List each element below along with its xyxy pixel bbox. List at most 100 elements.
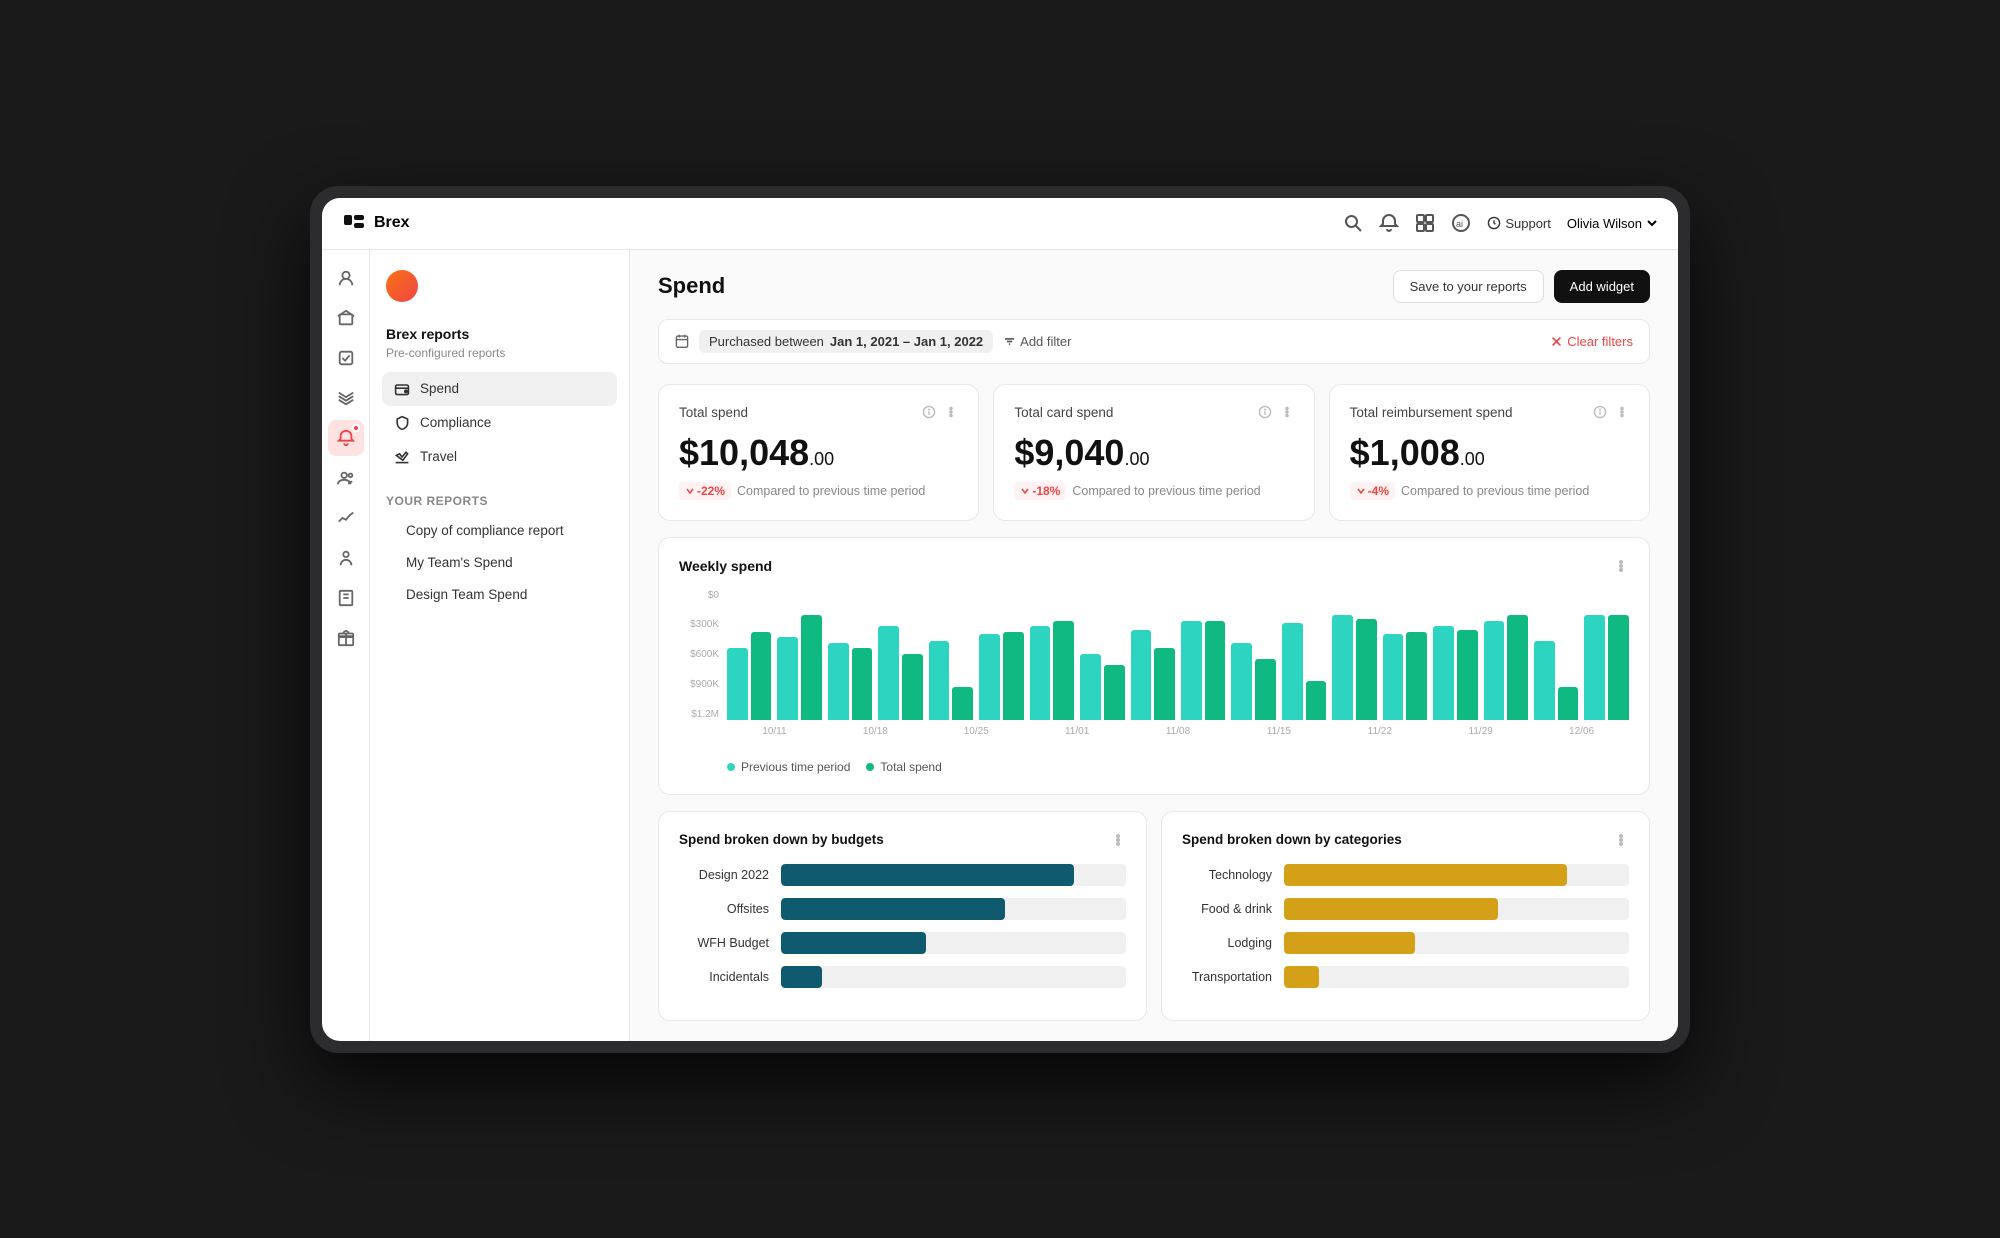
budget-label-0: Design 2022 <box>679 868 769 882</box>
rail-icon-book[interactable] <box>328 580 364 616</box>
bar-curr-1 <box>801 615 822 720</box>
budget-fill-3 <box>781 966 822 988</box>
category-label-1: Food & drink <box>1182 902 1272 916</box>
search-icon[interactable] <box>1343 213 1363 233</box>
more-icon-0[interactable] <box>944 405 958 419</box>
user-name: Olivia Wilson <box>1567 216 1642 231</box>
date-filter-chip[interactable]: Purchased between Jan 1, 2021 – Jan 1, 2… <box>699 330 993 353</box>
budget-track-3 <box>781 966 1126 988</box>
weekly-more-icon[interactable] <box>1613 558 1629 574</box>
card-amount-0: $10,048.00 <box>679 432 958 474</box>
budget-track-0 <box>781 864 1126 886</box>
bar-prev-2 <box>828 643 849 720</box>
rail-icon-people[interactable] <box>328 460 364 496</box>
save-to-reports-button[interactable]: Save to your reports <box>1393 270 1544 303</box>
info-icon-0[interactable] <box>922 405 936 419</box>
filter-value: Jan 1, 2021 – Jan 1, 2022 <box>830 334 983 349</box>
bar-curr-4 <box>952 687 973 720</box>
bar-curr-12 <box>1356 619 1377 720</box>
ai-icon[interactable]: ai <box>1451 213 1471 233</box>
bar-prev-14 <box>1433 626 1454 720</box>
bar-curr-8 <box>1154 648 1175 720</box>
wallet-icon <box>394 381 410 397</box>
rail-icon-layers[interactable] <box>328 380 364 416</box>
clear-filters-label: Clear filters <box>1567 334 1633 349</box>
chart-group-3 <box>878 626 922 720</box>
total-spend-card: Total spend $10,048.00 <box>658 384 979 521</box>
rail-icon-gift[interactable] <box>328 620 364 656</box>
card-actions-1 <box>1258 405 1294 419</box>
shield-icon <box>394 415 410 431</box>
notification-icon[interactable] <box>1379 213 1399 233</box>
y-label-0: $1.2M <box>679 709 719 720</box>
change-text-1: Compared to previous time period <box>1072 484 1260 498</box>
chart-group-12 <box>1332 615 1376 720</box>
weekly-chart-title: Weekly spend <box>679 558 772 574</box>
rail-icon-user[interactable] <box>328 260 364 296</box>
more-icon-2[interactable] <box>1615 405 1629 419</box>
report-item-compliance-copy[interactable]: Copy of compliance report <box>382 515 617 546</box>
rail-icon-users[interactable] <box>328 540 364 576</box>
category-more-icon[interactable] <box>1613 832 1629 848</box>
sidebar-item-travel[interactable]: Travel <box>382 440 617 474</box>
chevron-down-icon <box>1646 217 1658 229</box>
sidebar-item-spend[interactable]: Spend <box>382 372 617 406</box>
y-label-1: $900K <box>679 679 719 690</box>
content-header: Spend Save to your reports Add widget <box>658 270 1650 303</box>
device-screen: Brex ai <box>322 198 1678 1041</box>
layout-icon[interactable] <box>1415 213 1435 233</box>
card-amount-1: $9,040.00 <box>1014 432 1293 474</box>
support-button[interactable]: Support <box>1487 216 1551 231</box>
user-menu-button[interactable]: Olivia Wilson <box>1567 216 1658 231</box>
category-track-3 <box>1284 966 1629 988</box>
arrow-down-icon-1 <box>1020 486 1030 496</box>
chart-y-labels: $1.2M $900K $600K $300K $0 <box>679 590 727 720</box>
card-change-2: -4% Compared to previous time period <box>1350 482 1629 500</box>
legend-prev: Previous time period <box>727 760 850 774</box>
arrow-down-icon-0 <box>685 486 695 496</box>
budget-chart-card: Spend broken down by budgets Design 2022… <box>658 811 1147 1021</box>
category-track-2 <box>1284 932 1629 954</box>
add-widget-button[interactable]: Add widget <box>1554 270 1650 303</box>
filter-icon <box>1003 335 1016 348</box>
clear-filters-button[interactable]: Clear filters <box>1550 334 1633 349</box>
top-bar-actions: ai Support Olivia Wilson <box>1343 213 1658 233</box>
info-icon-1[interactable] <box>1258 405 1272 419</box>
budget-chart-title: Spend broken down by budgets <box>679 832 884 847</box>
category-track-1 <box>1284 898 1629 920</box>
sidebar-container: Brex reports Pre-configured reports Spen… <box>322 250 630 1041</box>
x-label-4: 11/08 <box>1131 726 1226 737</box>
card-title-1: Total card spend <box>1014 405 1113 420</box>
svg-text:ai: ai <box>1456 219 1463 229</box>
category-bars: Technology Food & drink Lodging Transpor… <box>1182 864 1629 988</box>
total-reimbursement-card: Total reimbursement spend $1,008.00 <box>1329 384 1650 521</box>
category-fill-0 <box>1284 864 1567 886</box>
clear-icon <box>1550 335 1563 348</box>
rail-icon-check[interactable] <box>328 340 364 376</box>
bar-prev-13 <box>1383 634 1404 720</box>
add-filter-button[interactable]: Add filter <box>1003 334 1071 349</box>
chart-group-10 <box>1231 643 1275 720</box>
budget-more-icon[interactable] <box>1110 832 1126 848</box>
support-label: Support <box>1505 216 1551 231</box>
brex-logo-text: Brex <box>374 214 410 232</box>
rail-icon-chart[interactable] <box>328 500 364 536</box>
chart-group-15 <box>1484 615 1528 720</box>
top-bar: Brex ai <box>322 198 1678 250</box>
report-item-team-spend[interactable]: My Team's Spend <box>382 547 617 578</box>
chart-group-1 <box>777 615 821 720</box>
chart-x-labels: 10/1110/1810/2511/0111/0811/1511/2211/29… <box>679 726 1629 737</box>
chart-group-16 <box>1534 641 1578 720</box>
budget-track-2 <box>781 932 1126 954</box>
info-icon-2[interactable] <box>1593 405 1607 419</box>
bar-prev-9 <box>1181 621 1202 720</box>
bar-prev-17 <box>1584 615 1605 720</box>
budget-bar-row-1: Offsites <box>679 898 1126 920</box>
rail-icon-notification-active[interactable] <box>328 420 364 456</box>
rail-icon-home[interactable] <box>328 300 364 336</box>
more-icon-1[interactable] <box>1280 405 1294 419</box>
sidebar-item-compliance[interactable]: Compliance <box>382 406 617 440</box>
report-item-design-spend[interactable]: Design Team Spend <box>382 579 617 610</box>
category-chart-card: Spend broken down by categories Technolo… <box>1161 811 1650 1021</box>
card-change-0: -22% Compared to previous time period <box>679 482 958 500</box>
